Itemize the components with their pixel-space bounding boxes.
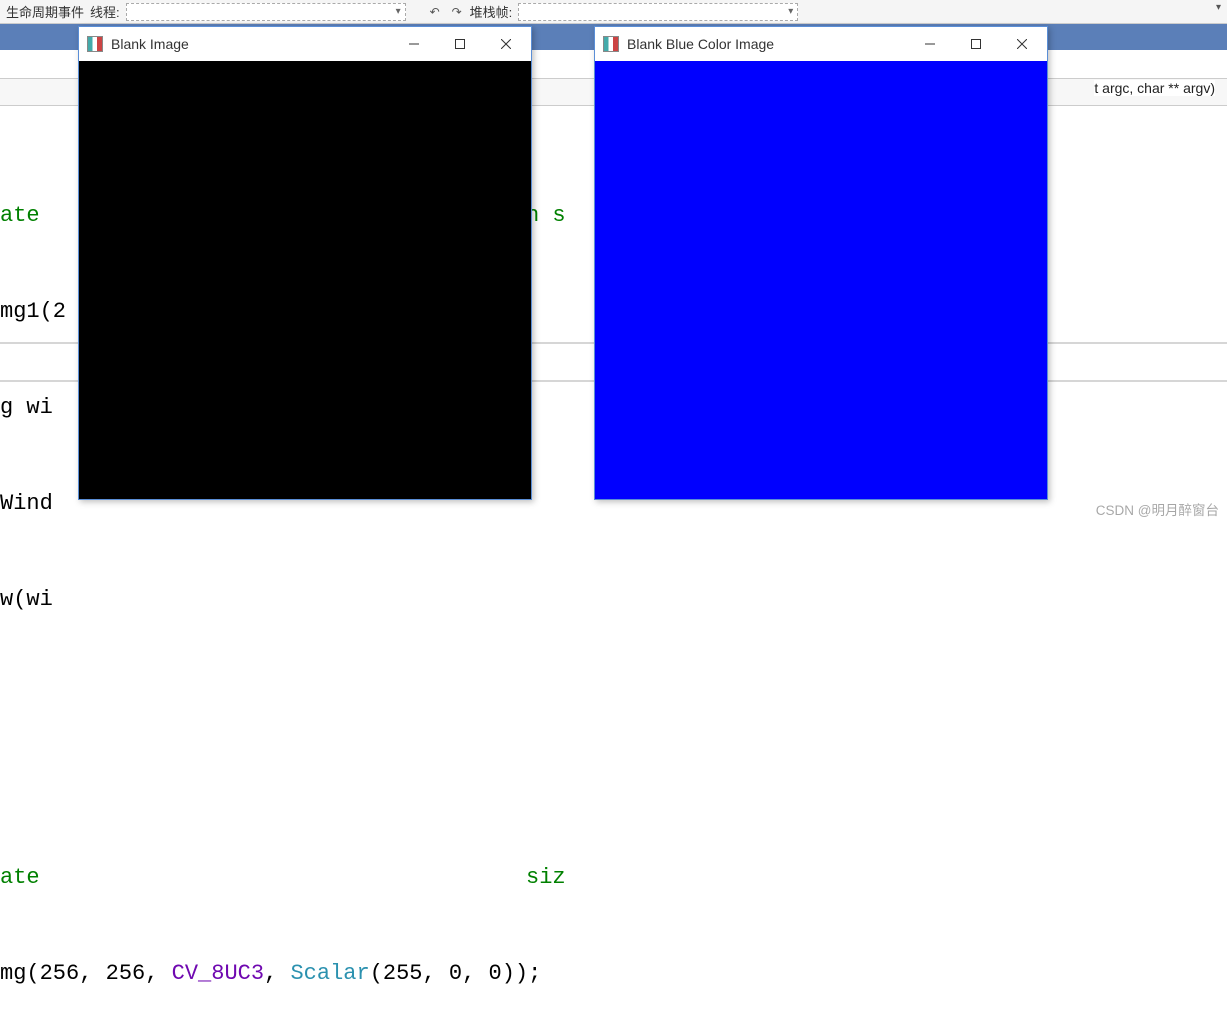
code-comma: , — [145, 958, 171, 990]
code-number: 256 — [106, 958, 146, 990]
code-text: g wi — [0, 392, 53, 424]
code-macro: CV_8UC3 — [172, 958, 264, 990]
titlebar[interactable]: Blank Blue Color Image — [595, 27, 1047, 61]
toolbar-label-lifecycle: 生命周期事件 — [6, 2, 84, 21]
code-number: 0 — [449, 958, 462, 990]
code-text: mg — [0, 958, 26, 990]
opencv-window-black[interactable]: Blank Image — [78, 26, 532, 500]
code-paren: )); — [502, 958, 542, 990]
window-title: Blank Image — [111, 36, 391, 52]
code-number: 0 — [489, 958, 502, 990]
nav-back-icon[interactable]: ↶ — [426, 3, 444, 21]
close-button[interactable] — [483, 29, 529, 59]
opencv-app-icon — [603, 36, 619, 52]
minimize-button[interactable] — [391, 29, 437, 59]
image-canvas — [79, 61, 531, 499]
toolbar-label-stackframe: 堆栈帧: — [470, 2, 513, 21]
nav-forward-icon[interactable]: ↷ — [448, 3, 466, 21]
code-comma: , — [423, 958, 449, 990]
code-comma: , — [462, 958, 488, 990]
code-type: Scalar — [290, 958, 369, 990]
chevron-down-icon: ▾ — [788, 6, 793, 17]
maximize-button[interactable] — [437, 29, 483, 59]
thread-dropdown[interactable]: ▾ — [126, 3, 406, 21]
code-number: 255 — [383, 958, 423, 990]
code-text: mg1(2 — [0, 296, 66, 328]
code-text: w(wi — [0, 584, 53, 616]
code-paren: ( — [26, 958, 39, 990]
code-paren: ( — [370, 958, 383, 990]
minimize-button[interactable] — [907, 29, 953, 59]
image-canvas — [595, 61, 1047, 499]
code-comment: ate — [0, 200, 53, 232]
watermark: CSDN @明月醉窗台 — [1096, 499, 1219, 519]
code-comment: ate — [0, 862, 53, 894]
debug-toolbar: 生命周期事件 线程: ▾ ↶ ↷ 堆栈帧: ▾ ▾ — [0, 0, 1227, 24]
code-comma: , — [79, 958, 105, 990]
opencv-window-blue[interactable]: Blank Blue Color Image — [594, 26, 1048, 500]
close-button[interactable] — [999, 29, 1045, 59]
toolbar-label-thread: 线程: — [90, 2, 120, 21]
window-title: Blank Blue Color Image — [627, 36, 907, 52]
opencv-app-icon — [87, 36, 103, 52]
titlebar[interactable]: Blank Image — [79, 27, 531, 61]
code-text: Wind — [0, 488, 53, 520]
stackframe-dropdown[interactable]: ▾ — [518, 3, 798, 21]
overflow-menu-icon[interactable]: ▾ — [1216, 2, 1221, 13]
code-comma: , — [264, 958, 290, 990]
code-comment: siz — [513, 862, 566, 894]
chevron-down-icon: ▾ — [396, 6, 401, 17]
maximize-button[interactable] — [953, 29, 999, 59]
code-number: 256 — [40, 958, 80, 990]
